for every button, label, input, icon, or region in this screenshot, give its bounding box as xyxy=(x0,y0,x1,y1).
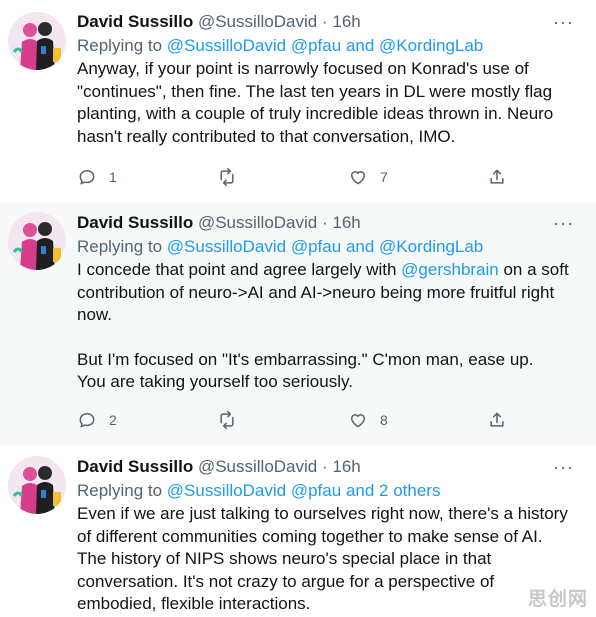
tweet-text-line: embodied, flexible interactions. xyxy=(77,594,311,613)
mention-link[interactable]: @KordingLab xyxy=(379,36,483,55)
replying-to-label: Replying to xyxy=(77,481,163,500)
separator: · xyxy=(321,213,328,232)
retweet-button[interactable] xyxy=(217,165,249,189)
tweet-text-line: Even if we are just talking to ourselves… xyxy=(77,504,568,523)
separator: · xyxy=(321,12,328,31)
tweet-text-line: "continues", then fine. The last ten yea… xyxy=(77,81,553,101)
tweet-text-line: Anyway, if your point is narrowly focuse… xyxy=(77,59,529,78)
author-name[interactable]: David Sussillo xyxy=(77,457,193,476)
reply-button[interactable]: 1 xyxy=(77,165,117,189)
tweet-text: Even if we are just talking to ourselves… xyxy=(77,503,584,616)
retweet-icon xyxy=(220,410,234,430)
reply-icon xyxy=(79,413,95,428)
mention-link[interactable]: @pfau xyxy=(291,481,341,500)
tweet-header: David Sussillo @SussilloDavid · 16h ··· xyxy=(77,211,584,235)
mention-others[interactable]: and 2 others xyxy=(346,481,441,500)
mention-link[interactable]: @SussilloDavid xyxy=(167,237,286,256)
replying-to-label: Replying to xyxy=(77,237,163,256)
reply-count: 1 xyxy=(109,169,117,185)
tweet-text-line: now. xyxy=(77,305,112,324)
tweet-text-line: contribution of neuro->AI and AI->neuro … xyxy=(77,282,555,302)
tweet-text-segment: on a soft xyxy=(498,260,569,279)
mention-link[interactable]: @pfau xyxy=(291,237,341,256)
replying-to: Replying to @SussilloDavid @pfau and @Ko… xyxy=(77,35,584,57)
reply-icon xyxy=(79,170,95,185)
tweet[interactable]: David Sussillo @SussilloDavid · 16h ··· … xyxy=(0,446,596,617)
mention-link[interactable]: @SussilloDavid xyxy=(167,36,286,55)
timestamp[interactable]: 16h xyxy=(332,12,360,31)
tweet-text-line: hasn't really contributed to that conver… xyxy=(77,126,456,146)
share-button[interactable] xyxy=(487,165,507,189)
like-count: 8 xyxy=(380,412,388,428)
reply-count: 2 xyxy=(109,412,117,428)
more-icon[interactable]: ··· xyxy=(553,211,574,235)
reply-button[interactable]: 2 xyxy=(77,408,117,432)
tweet-text-line: The history of NIPS shows neuro's specia… xyxy=(77,549,492,568)
author-name[interactable]: David Sussillo xyxy=(77,213,193,232)
tweet-text-line: But I'm focused on "It's embarrassing." … xyxy=(77,349,534,369)
retweet-icon xyxy=(220,167,234,187)
like-button[interactable]: 7 xyxy=(348,165,388,189)
tweet[interactable]: David Sussillo @SussilloDavid · 16h ··· … xyxy=(0,0,596,202)
retweet-button[interactable] xyxy=(217,408,249,432)
like-icon xyxy=(351,171,365,185)
action-bar: 2 8 xyxy=(77,408,517,432)
tweet-header: David Sussillo @SussilloDavid · 16h ··· xyxy=(77,10,584,34)
author-handle[interactable]: @SussilloDavid xyxy=(198,457,317,476)
tweet-text: I concede that point and agree largely w… xyxy=(77,259,584,394)
more-icon[interactable]: ··· xyxy=(553,455,574,479)
avatar[interactable] xyxy=(8,12,66,70)
like-icon xyxy=(351,414,365,428)
replying-to: Replying to @SussilloDavid @pfau and 2 o… xyxy=(77,480,584,502)
mention-link[interactable]: @KordingLab xyxy=(379,237,483,256)
timestamp[interactable]: 16h xyxy=(332,457,360,476)
tweet-text: Anyway, if your point is narrowly focuse… xyxy=(77,58,584,148)
author-handle[interactable]: @SussilloDavid xyxy=(198,213,317,232)
action-bar: 1 7 xyxy=(77,165,517,189)
like-count: 7 xyxy=(380,169,388,185)
replying-to: Replying to @SussilloDavid @pfau and @Ko… xyxy=(77,236,584,258)
tweet-text-segment: I concede that point and agree largely w… xyxy=(77,260,402,279)
mention-and[interactable]: and xyxy=(346,36,374,55)
author-name[interactable]: David Sussillo xyxy=(77,12,193,31)
separator: · xyxy=(321,457,328,476)
like-button[interactable]: 8 xyxy=(348,408,388,432)
mention-link[interactable]: @gershbrain xyxy=(401,260,499,279)
author-handle[interactable]: @SussilloDavid xyxy=(198,12,317,31)
replying-to-label: Replying to xyxy=(77,36,163,55)
tweet-text-line: conversation. It's not crazy to argue fo… xyxy=(77,571,495,591)
tweet-header: David Sussillo @SussilloDavid · 16h ··· xyxy=(77,455,584,479)
avatar[interactable] xyxy=(8,212,66,270)
share-icon xyxy=(490,169,504,184)
tweet-text-line: I concede that point and agree largely w… xyxy=(77,259,584,282)
avatar[interactable] xyxy=(8,456,66,514)
tweet-text-line: You are taking yourself too seriously. xyxy=(77,372,353,391)
share-icon xyxy=(490,412,504,427)
more-icon[interactable]: ··· xyxy=(553,10,574,34)
watermark: 思创网 xyxy=(527,589,588,610)
mention-link[interactable]: @pfau xyxy=(291,36,341,55)
mention-and[interactable]: and xyxy=(346,237,374,256)
tweet-text-line: planting, with a couple of truly incredi… xyxy=(77,104,554,123)
tweet[interactable]: David Sussillo @SussilloDavid · 16h ··· … xyxy=(0,202,596,446)
share-button[interactable] xyxy=(487,408,507,432)
timestamp[interactable]: 16h xyxy=(332,213,360,232)
mention-link[interactable]: @SussilloDavid xyxy=(167,481,286,500)
tweet-text-line: of different communities coming together… xyxy=(77,526,543,546)
